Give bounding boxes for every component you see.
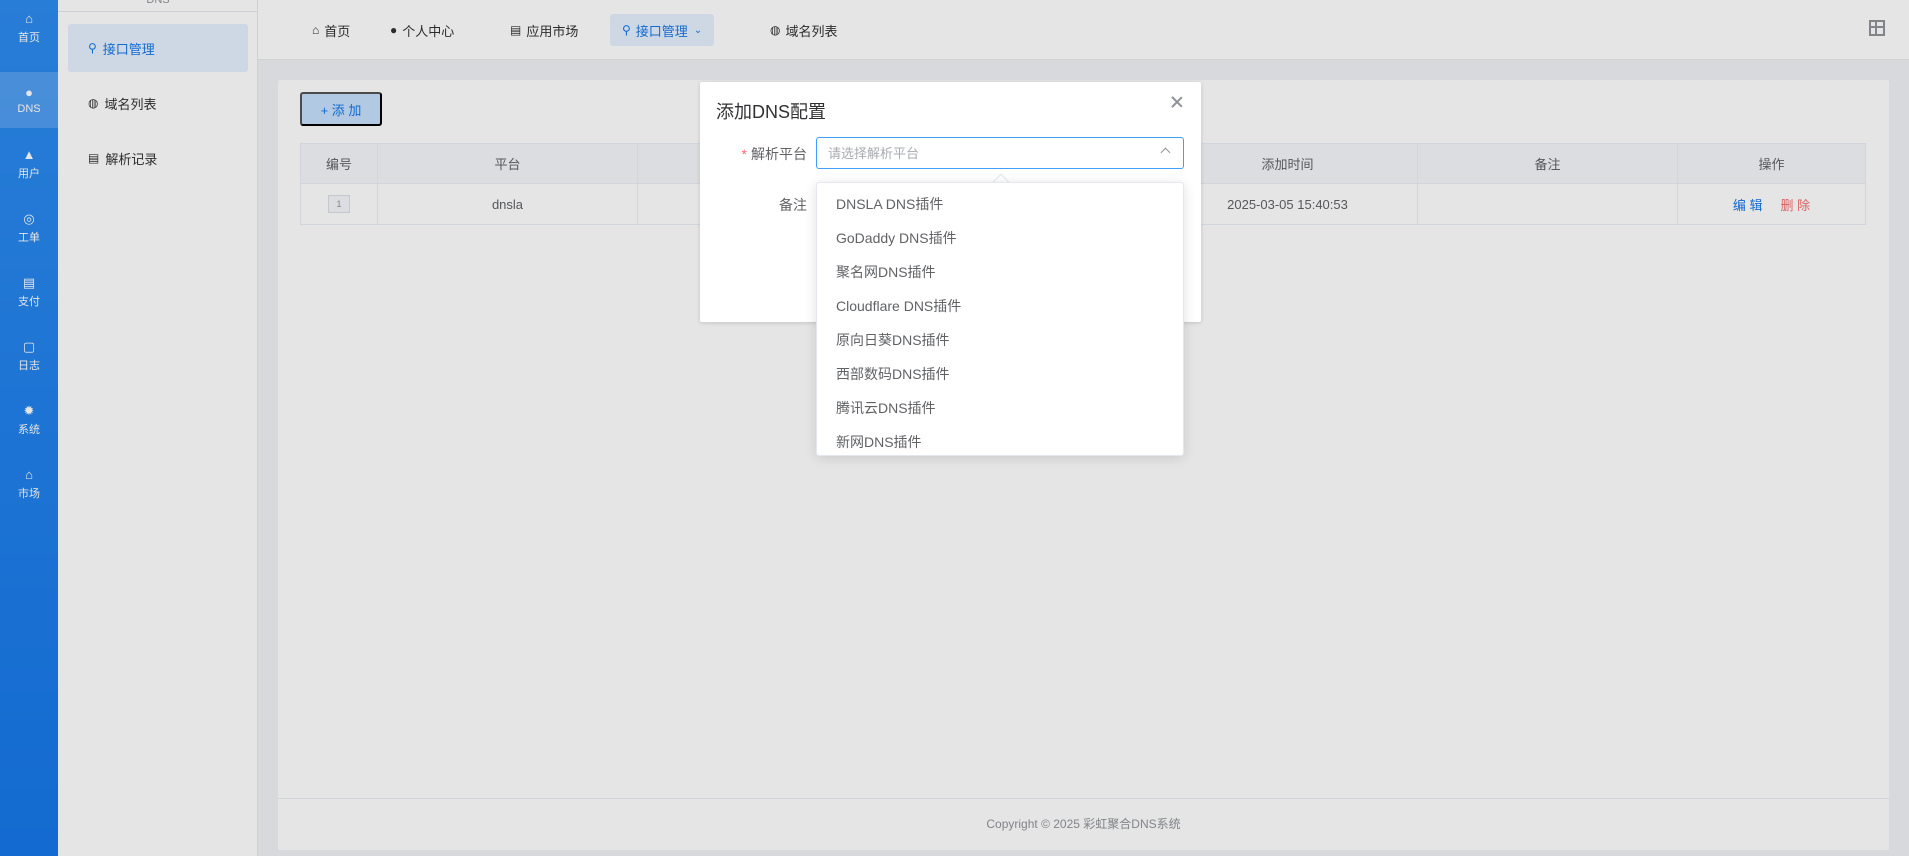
option-cloudflare[interactable]: Cloudflare DNS插件 <box>817 289 1183 323</box>
option-west[interactable]: 西部数码DNS插件 <box>817 357 1183 391</box>
option-godaddy[interactable]: GoDaddy DNS插件 <box>817 221 1183 255</box>
chevron-up-icon <box>1160 147 1171 158</box>
platform-label-text: 解析平台 <box>751 146 807 162</box>
platform-label: * 解析平台 <box>717 144 807 164</box>
option-dnsla[interactable]: DNSLA DNS插件 <box>817 187 1183 221</box>
dialog-title: 添加DNS配置 <box>716 102 827 122</box>
platform-select-input[interactable] <box>828 138 1148 168</box>
option-oray[interactable]: 原向日葵DNS插件 <box>817 323 1183 357</box>
option-tencent[interactable]: 腾讯云DNS插件 <box>817 391 1183 425</box>
option-xinnet[interactable]: 新网DNS插件 <box>817 425 1183 455</box>
option-juming[interactable]: 聚名网DNS插件 <box>817 255 1183 289</box>
close-icon[interactable] <box>1169 94 1185 110</box>
remark-label: 备注 <box>779 197 807 213</box>
platform-select[interactable] <box>816 137 1184 169</box>
platform-dropdown: DNSLA DNS插件 GoDaddy DNS插件 聚名网DNS插件 Cloud… <box>816 182 1184 456</box>
required-asterisk: * <box>741 146 747 162</box>
